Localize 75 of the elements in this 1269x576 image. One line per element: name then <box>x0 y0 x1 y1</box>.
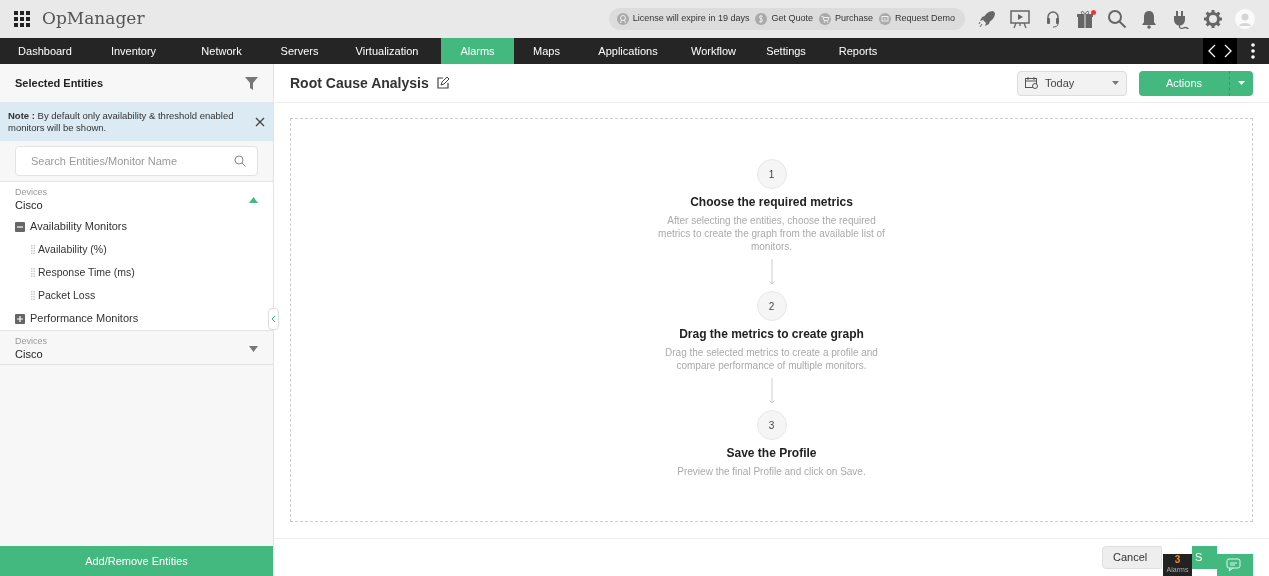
drag-handle-icon[interactable] <box>31 268 35 277</box>
video-icon <box>878 13 891 25</box>
chat-icon <box>1226 558 1244 572</box>
metric-item[interactable]: Packet Loss <box>38 287 96 304</box>
step-description: Drag the selected metrics to create a profile and compare performance of multiple monitors. <box>664 346 879 372</box>
gift-icon[interactable] <box>1075 9 1095 29</box>
page-title: Root Cause Analysis <box>290 73 429 93</box>
cart-icon <box>818 13 831 25</box>
step-number: 1 <box>756 159 787 189</box>
collapse-sidebar-handle[interactable] <box>268 308 279 330</box>
nav-tab[interactable]: Maps <box>514 38 579 64</box>
nav-tab[interactable]: Virtualization <box>333 38 441 64</box>
presentation-icon[interactable] <box>1009 9 1031 29</box>
header-link[interactable]: Purchase <box>834 12 873 26</box>
collapse-caret-icon[interactable] <box>249 196 258 203</box>
step-number: 2 <box>756 291 787 321</box>
nav-tab[interactable]: Servers <box>266 38 333 64</box>
filter-icon[interactable] <box>245 76 258 90</box>
header-link[interactable]: Request Demo <box>894 12 955 26</box>
certificate-icon <box>616 13 629 25</box>
nav-tab[interactable]: Applications <box>579 38 677 64</box>
chevron-left-icon[interactable] <box>1207 44 1217 58</box>
cancel-button[interactable]: Cancel <box>1102 546 1162 569</box>
drag-handle-icon[interactable] <box>31 291 35 300</box>
caret-icon <box>1238 81 1245 85</box>
nav-tab[interactable]: Network <box>177 38 266 64</box>
caret-icon <box>1112 81 1119 85</box>
note-text: Note : By default only availability & threshold enabled monitors will be shown. <box>8 109 235 134</box>
drag-handle-icon[interactable] <box>31 245 35 254</box>
bell-icon[interactable] <box>1139 9 1159 29</box>
nav-tab[interactable]: Workflow <box>677 38 750 64</box>
dollar-icon <box>755 13 768 25</box>
step-title: Drag the metrics to create graph <box>679 326 864 343</box>
close-icon[interactable] <box>255 116 265 127</box>
metric-item[interactable]: Availability (%) <box>38 241 107 258</box>
down-arrow-icon <box>768 378 775 404</box>
device-name[interactable]: Cisco <box>15 347 47 361</box>
step-number: 3 <box>756 410 787 440</box>
collapse-icon[interactable] <box>15 221 25 232</box>
step-description: Preview the final Profile and click on Save. <box>676 465 867 478</box>
edit-icon[interactable] <box>436 77 449 89</box>
header-link[interactable]: Get Quote <box>771 12 813 26</box>
nav-tab[interactable]: Reports <box>822 38 894 64</box>
nav-tab[interactable]: Settings <box>750 38 822 64</box>
step-title: Choose the required metrics <box>690 194 853 211</box>
step-description: After selecting the entities, choose the required metrics to create the graph from the available list of monitors. <box>657 214 886 253</box>
chevron-left-icon <box>271 315 276 323</box>
app-name: OpManager <box>42 7 145 31</box>
settings-icon[interactable] <box>1203 9 1223 29</box>
nav-tab[interactable]: Inventory <box>90 38 177 64</box>
monitor-category[interactable]: Performance Monitors <box>30 310 139 327</box>
calendar-icon <box>1025 77 1038 89</box>
actions-dropdown-button[interactable] <box>1229 70 1253 96</box>
group-label: Devices <box>15 187 47 198</box>
group-label: Devices <box>15 336 47 347</box>
date-dropdown[interactable]: Today <box>1017 70 1127 96</box>
nav-tab[interactable]: Dashboard <box>0 38 90 64</box>
step-title: Save the Profile <box>726 445 817 462</box>
chevron-right-icon[interactable] <box>1223 44 1233 58</box>
search-icon[interactable] <box>1107 9 1127 29</box>
plug-icon[interactable] <box>1171 9 1191 29</box>
more-icon[interactable] <box>1251 43 1255 59</box>
license-notice: License will expire in 19 days <box>632 12 750 26</box>
monitor-category[interactable]: Availability Monitors <box>30 218 127 235</box>
device-name[interactable]: Cisco <box>15 198 47 212</box>
expand-caret-icon[interactable] <box>249 345 258 352</box>
expand-icon[interactable] <box>15 313 25 324</box>
app-grid-icon[interactable] <box>14 11 30 27</box>
rocket-icon[interactable] <box>977 9 997 29</box>
alarm-count: 3 <box>1174 554 1181 566</box>
search-field[interactable]: Search Entities/Monitor Name <box>15 146 258 176</box>
down-arrow-icon <box>768 259 775 285</box>
sidebar-title: Selected Entities <box>15 75 104 91</box>
search-icon <box>234 155 246 167</box>
metric-item[interactable]: Response Time (ms) <box>38 264 135 281</box>
